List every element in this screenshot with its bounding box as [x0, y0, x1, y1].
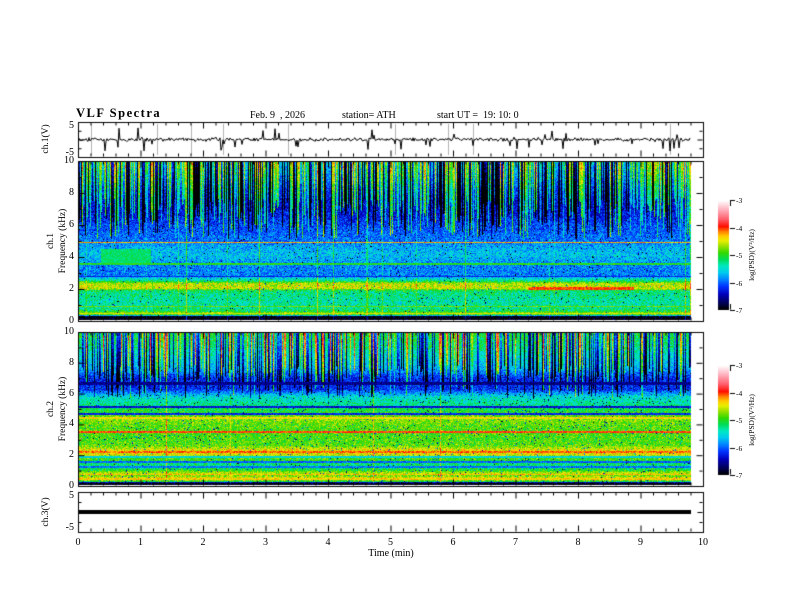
ch1_wave-y-tick-label: 5 — [69, 120, 74, 131]
ch1_spec-y-tick-label: 6 — [69, 219, 74, 230]
x-axis-label: Time (min) — [368, 548, 414, 559]
colorbar-tick-label: -5 — [736, 251, 743, 260]
ch2-label-line2: Frequency (kHz) — [58, 376, 68, 442]
header-date: Feb. 9 , 2026 — [250, 110, 305, 121]
ch1_spec-y-tick-label: 8 — [69, 187, 74, 198]
ch3_wave-y-tick-label: 5 — [69, 490, 74, 501]
colorbar-tick-label: -7 — [736, 471, 743, 480]
x-tick-label: 0 — [75, 537, 81, 548]
header-station: station= ATH — [342, 110, 396, 121]
ch2-label-line1: ch.2 — [46, 400, 56, 418]
ch3_wave-y-tick-label: -5 — [65, 522, 74, 533]
x-tick-label: 5 — [388, 537, 393, 548]
colorbar-tick-label: -4 — [736, 223, 743, 233]
x-tick-label: 8 — [575, 537, 581, 548]
vlf-spectra-figure: VLF Spectra Feb. 9 , 2026 station= ATH s… — [0, 0, 792, 612]
header-start-ut: start UT = 19: 10: 0 — [437, 110, 519, 121]
page-title: VLF Spectra — [76, 106, 162, 120]
ch1_spec-y-tick-label: 4 — [69, 251, 74, 262]
colorbar-tick-label: -6 — [736, 278, 743, 288]
ch2_spec-y-tick-label: 6 — [69, 387, 74, 399]
x-tick-label: 2 — [200, 537, 206, 548]
colorbar-tick-label: -6 — [736, 443, 743, 453]
ch1_spec-y-tick-label: 0 — [69, 315, 74, 326]
ch2-frequency-axis-label: ch.2 Frequency (kHz) — [45, 377, 69, 442]
x-tick-label: 6 — [450, 537, 456, 548]
colorbar-tick-label: -4 — [736, 388, 743, 398]
x-tick-label: 1 — [138, 537, 143, 548]
colorbar-tick-label: -5 — [736, 416, 743, 425]
ch2_spec-y-tick-label: 8 — [69, 356, 74, 368]
x-tick-label: 3 — [263, 537, 268, 548]
ch2_spec-y-tick-label: 4 — [69, 418, 74, 430]
ch1_wave-y-tick-label: -5 — [65, 147, 74, 158]
ch1_spec-y-tick-label: 2 — [69, 283, 74, 294]
colorbar-tick-label: -7 — [736, 306, 743, 315]
x-tick-label: 7 — [513, 537, 518, 548]
x-tick-label: 4 — [325, 537, 331, 548]
plot-canvas — [0, 0, 792, 612]
x-tick-label: 9 — [638, 537, 643, 548]
x-tick-label: 10 — [698, 537, 708, 548]
ch2_spec-y-tick-label: 10 — [64, 326, 74, 337]
ch2_spec-y-tick-label: 2 — [69, 449, 74, 461]
colorbar-tick-label: -3 — [736, 361, 743, 370]
colorbar-tick-label: -3 — [736, 196, 743, 205]
